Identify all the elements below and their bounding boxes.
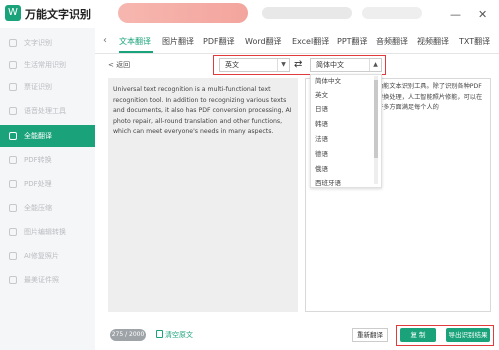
tab-ppt-translation[interactable]: PPT翻译 [337, 36, 368, 47]
dropdown-arrow-icon: ▼ [277, 59, 289, 71]
tab-excel-translation[interactable]: Excel翻译 [292, 36, 329, 47]
sidebar-item-label: 生活常用识别 [24, 61, 66, 69]
sidebar-item-translation[interactable]: 全能翻译 [0, 125, 95, 147]
target-language-select[interactable]: 简体中文 ▲ [310, 58, 382, 72]
sidebar-item-ai-repair[interactable]: AI修复照片 [0, 245, 95, 267]
sidebar: 文字识别 生活常用识别 票证识别 语音处理工具 全能翻译 PDF转换 PDF处理… [0, 28, 95, 350]
retranslate-button[interactable]: 重新翻译 [352, 328, 388, 342]
clear-icon[interactable] [156, 330, 163, 338]
tab-txt-translation[interactable]: TXT翻译 [459, 36, 490, 47]
clear-source-button[interactable]: 清空原文 [165, 330, 193, 340]
dropdown-option[interactable]: 法语 [315, 133, 328, 143]
text-scan-icon [9, 39, 17, 47]
pdf-process-icon [9, 180, 17, 188]
sidebar-item-label: 票证识别 [24, 83, 52, 91]
blurred-banner [118, 3, 248, 23]
pdf-convert-icon [9, 156, 17, 164]
life-icon [9, 61, 17, 69]
dropdown-option[interactable]: 简体中文 [315, 75, 341, 85]
translate-icon [9, 132, 17, 140]
sidebar-item-label: 图片编辑转换 [24, 228, 66, 236]
swap-languages-icon[interactable]: ⇄ [294, 59, 302, 70]
result-text: 功能文本识别工具。除了识别各种PDF转换处理，人工智能照片修能，可以在许多方面满… [377, 83, 483, 111]
source-language-select[interactable]: 英文 ▼ [219, 58, 290, 72]
sidebar-item-pdf-process[interactable]: PDF处理 [0, 173, 95, 195]
blurred-area [262, 7, 352, 19]
blurred-area-2 [362, 7, 422, 19]
dropdown-option[interactable]: 韩语 [315, 118, 328, 128]
compress-icon [9, 204, 17, 212]
sidebar-item-label: 全能翻译 [24, 132, 52, 140]
tab-text-translation[interactable]: 文本翻译 [119, 36, 151, 47]
voice-icon [9, 107, 17, 115]
dropdown-option[interactable]: 德语 [315, 148, 328, 158]
dropdown-option[interactable]: 俄语 [315, 163, 328, 173]
title-bar: W 万能文字识别 — ✕ [0, 0, 499, 28]
tab-video-translation[interactable]: 视频翻译 [417, 36, 449, 47]
tab-image-translation[interactable]: 图片翻译 [162, 36, 194, 47]
sidebar-item-compress[interactable]: 全能压缩 [0, 197, 95, 219]
target-language-dropdown: 简体中文 英文 日语 韩语 法语 德语 俄语 西班牙语 [310, 74, 382, 188]
sidebar-item-label: PDF处理 [24, 180, 52, 188]
sidebar-item-text-recognition[interactable]: 文字识别 [0, 32, 95, 54]
copy-button[interactable]: 复 制 [400, 328, 436, 342]
sidebar-item-label: 全能压缩 [24, 204, 52, 212]
target-language-value: 简体中文 [316, 61, 344, 69]
ai-repair-icon [9, 252, 17, 260]
sidebar-item-label: 最美证件照 [24, 276, 59, 284]
dropdown-scrollbar-thumb[interactable] [374, 80, 378, 158]
app-logo: W [5, 5, 21, 21]
sidebar-item-image-edit[interactable]: 图片编辑转换 [0, 221, 95, 243]
character-counter: 275 / 2000 [110, 329, 146, 341]
sidebar-item-pdf-convert[interactable]: PDF转换 [0, 149, 95, 171]
tab-word-translation[interactable]: Word翻译 [245, 36, 282, 47]
dropdown-option[interactable]: 西班牙语 [315, 177, 341, 187]
dropdown-option[interactable]: 日语 [315, 103, 328, 113]
sidebar-item-label: AI修复照片 [24, 252, 59, 260]
back-link[interactable]: < 返回 [108, 60, 130, 70]
sidebar-item-label: 文字识别 [24, 39, 52, 47]
minimize-icon[interactable]: — [450, 8, 461, 21]
tab-audio-translation[interactable]: 音频翻译 [376, 36, 408, 47]
sidebar-item-life-recognition[interactable]: 生活常用识别 [0, 54, 95, 76]
sidebar-item-ticket-recognition[interactable]: 票证识别 [0, 76, 95, 98]
sidebar-item-voice-tools[interactable]: 语音处理工具 [0, 100, 95, 122]
tab-bar: ‹ 文本翻译 图片翻译 PDF翻译 Word翻译 Excel翻译 PPT翻译 音… [95, 30, 499, 54]
chevron-left-icon[interactable]: ‹ [103, 35, 107, 46]
ticket-icon [9, 83, 17, 91]
tab-pdf-translation[interactable]: PDF翻译 [203, 36, 235, 47]
sidebar-item-id-photo[interactable]: 最美证件照 [0, 269, 95, 291]
app-title: 万能文字识别 [25, 8, 91, 21]
source-text: Universal text recognition is a multi-fu… [113, 86, 292, 135]
sidebar-item-label: PDF转换 [24, 156, 52, 164]
id-photo-icon [9, 276, 17, 284]
sidebar-item-label: 语音处理工具 [24, 107, 66, 115]
active-tab-indicator [119, 51, 153, 53]
source-language-value: 英文 [225, 61, 239, 69]
close-icon[interactable]: ✕ [478, 8, 487, 21]
dropdown-arrow-up-icon: ▲ [369, 59, 381, 71]
dropdown-option[interactable]: 英文 [315, 89, 328, 99]
image-icon [9, 228, 17, 236]
export-result-button[interactable]: 导出识别结果 [446, 328, 490, 342]
